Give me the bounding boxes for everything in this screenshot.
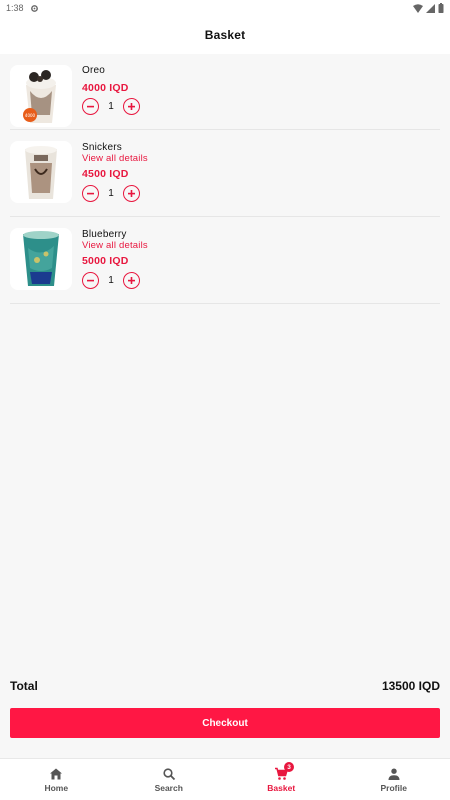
cart-count-badge: 3 [284, 762, 294, 772]
person-icon [388, 768, 400, 780]
decrease-button[interactable] [82, 272, 99, 289]
status-bar: 1:38 [0, 0, 450, 16]
increase-button[interactable] [123, 185, 140, 202]
minus-icon [87, 105, 94, 108]
app-bar: Basket [0, 16, 450, 54]
plus-icon [128, 277, 135, 284]
view-details-link[interactable]: View all details [82, 153, 148, 164]
battery-icon [438, 3, 444, 13]
increase-button[interactable] [123, 272, 140, 289]
basket-item-blueberry[interactable]: Blueberry View all details 5000 IQD 1 [10, 217, 440, 304]
signal-icon [426, 3, 435, 13]
item-price: 4500 IQD [82, 168, 129, 180]
total-row: Total 13500 IQD [10, 677, 440, 695]
product-image-snickers [10, 141, 72, 203]
plus-icon [128, 190, 135, 197]
basket-item-snickers[interactable]: Snickers View all details 4500 IQD 1 [10, 130, 440, 217]
nav-label: Profile [380, 782, 407, 793]
nav-item-profile[interactable]: Profile [338, 759, 450, 800]
item-price: 5000 IQD [82, 255, 129, 267]
decrease-button[interactable] [82, 185, 99, 202]
nav-label: Basket [267, 782, 296, 793]
item-name: Snickers [82, 142, 122, 153]
item-name: Blueberry [82, 229, 127, 240]
item-price: 4000 IQD [82, 82, 129, 94]
increase-button[interactable] [123, 98, 140, 115]
svg-text:4000: 4000 [25, 113, 36, 118]
quantity-value: 1 [108, 188, 114, 199]
search-icon [163, 767, 175, 780]
home-icon [50, 768, 63, 779]
total-value: 13500 IQD [381, 679, 440, 693]
quantity-value: 1 [108, 101, 114, 112]
product-image-oreo: 4000 [10, 65, 72, 127]
plus-icon [128, 103, 135, 110]
product-image-blueberry [10, 228, 72, 290]
nav-item-search[interactable]: Search [113, 759, 226, 800]
page-title: Basket [204, 28, 246, 42]
nav-item-basket[interactable]: 3 Basket [225, 759, 338, 800]
quantity-stepper: 1 [82, 98, 140, 115]
status-time: 1:38 [6, 3, 24, 13]
minus-icon [87, 192, 94, 195]
quantity-stepper: 1 [82, 272, 140, 289]
quantity-stepper: 1 [82, 185, 140, 202]
view-details-link[interactable]: View all details [82, 240, 148, 251]
wifi-icon [413, 3, 423, 13]
checkout-button[interactable]: Checkout [10, 708, 440, 738]
basket-list: 4000 Oreo 4000 IQD 1 Snickers View all d… [0, 57, 450, 304]
total-label: Total [10, 679, 38, 693]
quantity-value: 1 [108, 275, 114, 286]
minus-icon [87, 279, 94, 282]
item-name: Oreo [82, 65, 106, 76]
nav-label: Home [44, 782, 69, 793]
nav-label: Search [154, 782, 183, 793]
nav-item-home[interactable]: Home [0, 759, 113, 800]
decrease-button[interactable] [82, 98, 99, 115]
basket-item-oreo[interactable]: 4000 Oreo 4000 IQD 1 [10, 57, 440, 130]
settings-icon [30, 4, 38, 12]
bottom-nav: Home Search 3 Basket Profile [0, 758, 450, 800]
